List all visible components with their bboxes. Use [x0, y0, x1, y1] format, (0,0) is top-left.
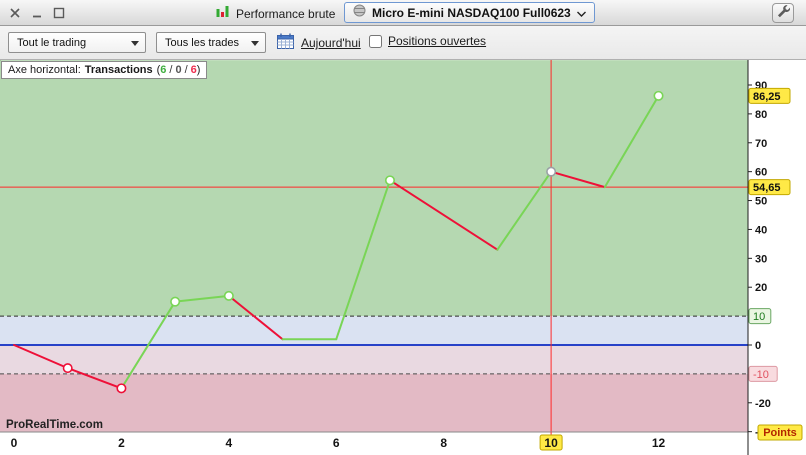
watermark: ProRealTime.com [6, 419, 103, 431]
close-icon[interactable] [9, 7, 21, 19]
count-separator: / [184, 64, 188, 76]
paren-close: ) [196, 64, 201, 76]
svg-text:60: 60 [755, 167, 767, 179]
svg-text:-20: -20 [755, 398, 771, 410]
svg-text:8: 8 [440, 436, 447, 450]
svg-text:10: 10 [753, 311, 765, 323]
svg-text:0: 0 [11, 436, 18, 450]
titlebar: Performance brute Micro E-mini NASDAQ100… [0, 0, 806, 26]
axis-info-name: Transactions [84, 64, 153, 76]
performance-tab: Performance brute [216, 5, 335, 23]
svg-text:20: 20 [755, 282, 767, 294]
settings-button[interactable] [772, 3, 794, 23]
instrument-icon [353, 4, 366, 22]
open-positions-label: Positions ouvertes [388, 34, 487, 48]
minimize-icon[interactable] [31, 7, 43, 19]
svg-text:-10: -10 [753, 369, 769, 381]
chart-area: 90807060504030200-20-3010-1086,2554,6502… [0, 60, 806, 455]
calendar-icon [276, 33, 294, 52]
trading-scope-value: Tout le trading [17, 36, 87, 49]
trading-scope-dropdown[interactable]: Tout le trading [8, 32, 146, 53]
open-positions-input[interactable] [369, 34, 382, 48]
chevron-down-icon [576, 4, 586, 22]
svg-text:70: 70 [755, 138, 767, 150]
svg-text:30: 30 [755, 253, 767, 265]
performance-window: Performance brute Micro E-mini NASDAQ100… [0, 0, 806, 455]
open-positions-checkbox[interactable]: Positions ouvertes [369, 34, 486, 48]
svg-text:10: 10 [544, 436, 558, 450]
wrench-icon [776, 4, 791, 23]
svg-text:86,25: 86,25 [753, 91, 781, 103]
count-separator: / [169, 64, 173, 76]
performance-label: Performance brute [236, 7, 336, 21]
performance-chart[interactable]: 90807060504030200-20-3010-1086,2554,6502… [0, 60, 806, 455]
window-controls [9, 7, 65, 19]
today-label[interactable]: Aujourd'hui [301, 36, 361, 50]
instrument-label: Micro E-mini NASDAQ100 Full0623 [372, 5, 571, 20]
instrument-select[interactable]: Micro E-mini NASDAQ100 Full0623 [344, 2, 595, 23]
svg-text:80: 80 [755, 109, 767, 121]
axis-info-prefix: Axe horizontal: [8, 64, 81, 76]
svg-text:0: 0 [755, 340, 761, 352]
axis-info-box: Axe horizontal: Transactions ( 6 / 0 / 6… [1, 61, 208, 79]
trades-filter-dropdown[interactable]: Tous les trades [156, 32, 266, 53]
svg-text:Points: Points [763, 427, 797, 439]
svg-text:50: 50 [755, 196, 767, 208]
svg-text:12: 12 [652, 436, 666, 450]
wins-count: 6 [160, 64, 167, 76]
maximize-icon[interactable] [53, 7, 65, 19]
svg-text:6: 6 [333, 436, 340, 450]
svg-text:4: 4 [225, 436, 232, 450]
trades-filter-value: Tous les trades [165, 36, 239, 49]
svg-text:2: 2 [118, 436, 125, 450]
svg-text:54,65: 54,65 [753, 182, 781, 194]
filter-toolbar: Tout le trading Tous les trades Aujourd'… [0, 26, 806, 60]
bar-chart-icon [216, 5, 230, 23]
chevron-down-icon [131, 41, 139, 46]
chevron-down-icon [251, 41, 259, 46]
svg-text:40: 40 [755, 224, 767, 236]
flat-count: 0 [175, 64, 182, 76]
calendar-button[interactable] [273, 32, 297, 53]
